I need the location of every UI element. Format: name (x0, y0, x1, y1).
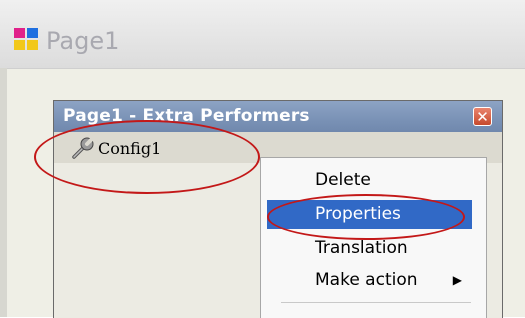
menu-item-delete[interactable]: Delete (267, 166, 472, 195)
context-menu: Delete Properties Translation Make actio… (260, 157, 487, 318)
outer-window-border (0, 68, 7, 317)
menu-item-label: Delete (315, 170, 371, 190)
close-button[interactable]: ✕ (473, 107, 492, 126)
config-item[interactable]: Config1 (98, 139, 161, 158)
extra-performers-titlebar[interactable]: Page1 - Extra Performers ✕ (54, 101, 502, 132)
outer-window-title: Page1 (46, 27, 120, 55)
menu-item-label: Translation (315, 238, 408, 258)
submenu-arrow-icon: ▶ (452, 273, 462, 287)
menu-item-label: Make action (315, 270, 418, 290)
wrench-icon (72, 135, 96, 159)
extra-performers-title: Page1 - Extra Performers (63, 106, 310, 126)
outer-window-titlebar[interactable]: Page1 (0, 0, 525, 69)
menu-item-make-action[interactable]: Make action ▶ (267, 266, 472, 295)
app-icon (14, 28, 40, 52)
menu-item-properties[interactable]: Properties (267, 200, 472, 229)
menu-item-translation[interactable]: Translation (267, 234, 472, 263)
menu-separator (281, 302, 471, 303)
menu-item-label: Properties (315, 204, 401, 224)
